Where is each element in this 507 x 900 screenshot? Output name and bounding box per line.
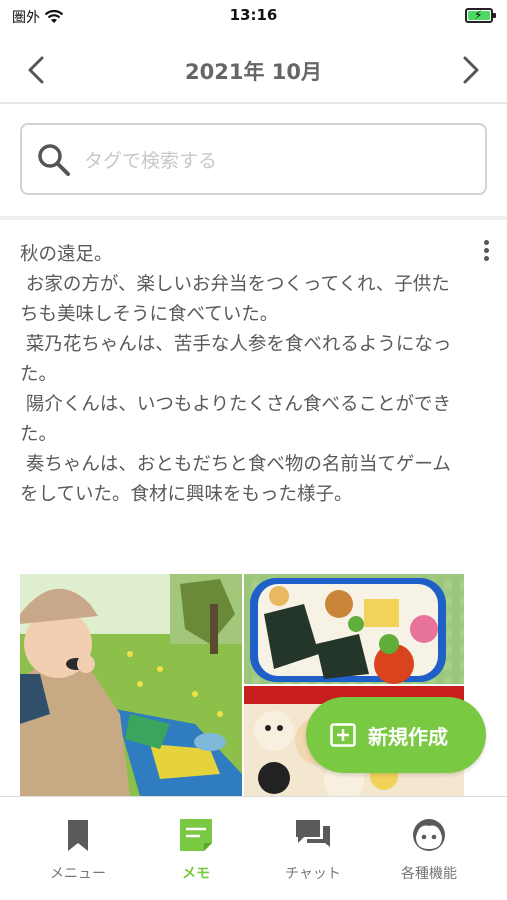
face-icon bbox=[413, 819, 445, 851]
plus-square-icon bbox=[330, 723, 356, 747]
search-icon bbox=[38, 144, 70, 176]
status-time: 13:16 bbox=[229, 6, 278, 24]
photo-bento-box[interactable] bbox=[244, 574, 464, 684]
tag-search-input[interactable] bbox=[84, 143, 474, 179]
bottom-tab-bar: メニュー メモ チャット 各種機能 bbox=[0, 796, 507, 900]
tab-memo[interactable]: メモ bbox=[136, 797, 256, 900]
tab-menu-label: メニュー bbox=[50, 866, 106, 882]
tab-features[interactable]: 各種機能 bbox=[369, 797, 489, 900]
tab-features-label: 各種機能 bbox=[401, 866, 457, 882]
photo-child-picnic[interactable] bbox=[20, 574, 242, 796]
tab-menu[interactable]: メニュー bbox=[18, 797, 138, 900]
search-section bbox=[0, 104, 507, 216]
bookmark-icon bbox=[68, 820, 88, 851]
search-box[interactable] bbox=[20, 123, 487, 195]
tab-memo-label: メモ bbox=[182, 866, 210, 882]
month-nav-bar: 2021年 10月 bbox=[0, 32, 507, 104]
more-options-icon[interactable] bbox=[479, 240, 493, 266]
chevron-right-icon[interactable] bbox=[457, 54, 485, 86]
chat-icon bbox=[296, 820, 330, 847]
memo-text: 秋の遠足。 お家の方が、楽しいお弁当をつくってくれ、子供たちも美味しそうに食べて… bbox=[20, 244, 452, 505]
status-bar: 圏外 13:16 ⚡ bbox=[0, 0, 507, 32]
new-memo-button[interactable]: 新規作成 bbox=[306, 697, 486, 773]
tab-chat-label: チャット bbox=[285, 866, 341, 882]
tab-chat[interactable]: チャット bbox=[253, 797, 373, 900]
memo-icon bbox=[180, 819, 212, 851]
month-title: 2021年 10月 bbox=[185, 60, 322, 84]
battery-icon: ⚡ bbox=[465, 8, 496, 23]
new-memo-label: 新規作成 bbox=[368, 725, 448, 749]
charging-bolt-icon: ⚡ bbox=[474, 8, 483, 22]
